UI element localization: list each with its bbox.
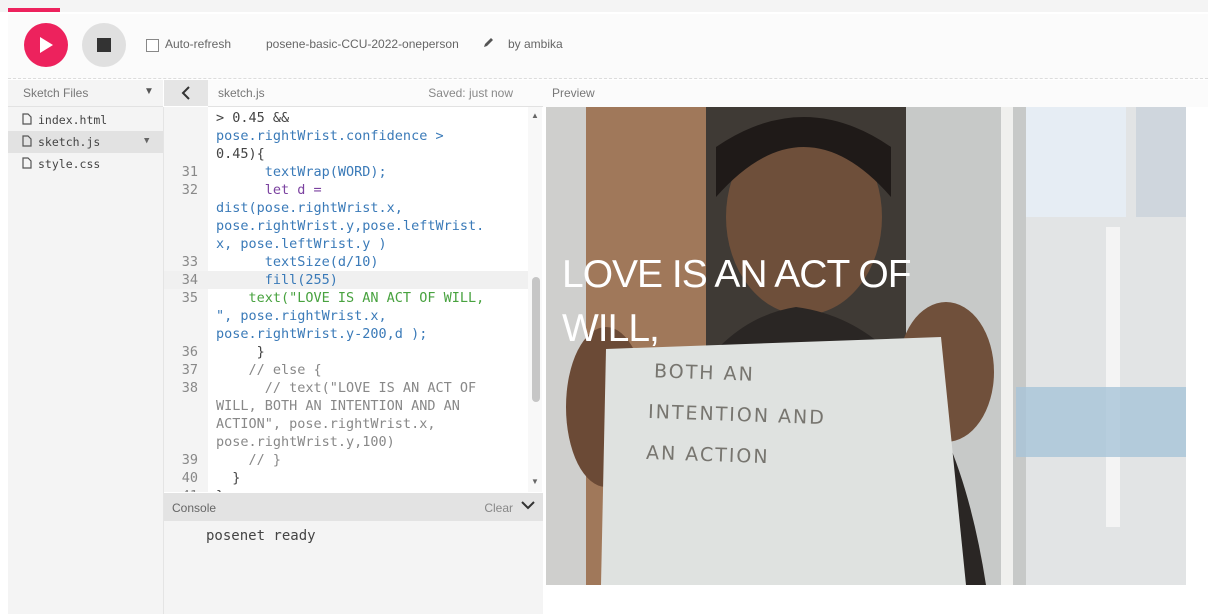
code-line: 39 // } bbox=[181, 452, 282, 468]
editor-scrollbar[interactable]: ▲ ▼ bbox=[528, 107, 542, 492]
file-options-chevron-icon[interactable]: ▼ bbox=[144, 136, 149, 146]
stop-icon bbox=[97, 38, 111, 52]
code-editor[interactable]: > 0.45 && pose.rightWrist.confidence > 0… bbox=[164, 107, 543, 492]
code-line: WILL, BOTH AN INTENTION AND AN bbox=[216, 398, 460, 414]
preview-label: Preview bbox=[552, 86, 595, 100]
code-line: x, pose.leftWrist.y ) bbox=[216, 236, 387, 252]
file-name: style.css bbox=[38, 157, 101, 171]
stop-button[interactable] bbox=[82, 23, 126, 67]
file-item-style-css[interactable]: style.css bbox=[8, 153, 163, 175]
file-name: index.html bbox=[38, 113, 108, 127]
code-line: ", pose.rightWrist.x, bbox=[216, 308, 387, 324]
code-line: 31 textWrap(WORD); bbox=[181, 164, 387, 180]
file-item-index-html[interactable]: index.html bbox=[8, 109, 163, 131]
code-line: > 0.45 && bbox=[216, 110, 290, 126]
pencil-icon[interactable] bbox=[483, 37, 494, 51]
console-panel: posenet ready bbox=[164, 521, 543, 614]
chevron-down-icon[interactable]: ▼ bbox=[144, 86, 154, 97]
code-line: pose.rightWrist.y,pose.leftWrist. bbox=[216, 218, 485, 234]
code-line: 37 // else { bbox=[181, 362, 322, 378]
console-label: Console bbox=[172, 501, 217, 515]
code-line: 40 } bbox=[181, 470, 241, 486]
sketch-name: posene-basic-CCU-2022-oneperson bbox=[266, 37, 459, 51]
code-line: pose.rightWrist.y-200,d ); bbox=[216, 326, 428, 342]
file-sidebar: index.html sketch.js ▼ style.css bbox=[8, 107, 164, 614]
code-line: 33 textSize(d/10) bbox=[181, 254, 379, 270]
top-strip bbox=[0, 0, 1208, 12]
console-output: posenet ready bbox=[206, 528, 316, 544]
code-line: pose.rightWrist.y,100) bbox=[216, 434, 395, 450]
preview-header: Preview bbox=[543, 80, 1208, 107]
play-button[interactable] bbox=[24, 23, 68, 67]
overlay-text-line-2: WILL, bbox=[562, 307, 660, 350]
code-line: pose.rightWrist.confidence > bbox=[216, 128, 444, 144]
code-line: 38 // text("LOVE IS AN ACT OF bbox=[181, 380, 477, 396]
toolbar: Auto-refresh posene-basic-CCU-2022-onepe… bbox=[8, 14, 1208, 79]
file-item-sketch-js[interactable]: sketch.js ▼ bbox=[8, 131, 163, 153]
auto-refresh-label: Auto-refresh bbox=[165, 37, 232, 51]
code-line: 32 let d = bbox=[181, 182, 322, 198]
overlay-text-line-1: LOVE IS AN ACT OF bbox=[562, 253, 912, 296]
code-line: 35 text("LOVE IS AN ACT OF WILL, bbox=[181, 290, 485, 306]
preview-canvas[interactable]: LOVE IS AN ACT OF WILL, BOTH AN INTENTIO… bbox=[546, 107, 1186, 585]
code-line-active: 34 fill(255) bbox=[164, 271, 534, 289]
file-name: sketch.js bbox=[38, 135, 101, 149]
collapse-sidebar-button[interactable] bbox=[164, 80, 208, 106]
paper-text-line: BOTH AN bbox=[653, 360, 756, 386]
editor-header: sketch.js Saved: just now bbox=[208, 80, 543, 107]
paper-text-line: AN ACTION bbox=[645, 441, 770, 469]
auto-refresh-checkbox[interactable] bbox=[146, 39, 159, 52]
accent-bar bbox=[8, 8, 60, 12]
file-icon bbox=[22, 135, 32, 150]
save-status: Saved: just now bbox=[428, 86, 513, 100]
file-icon bbox=[22, 157, 32, 172]
play-icon bbox=[40, 37, 53, 53]
editor-tab-name: sketch.js bbox=[218, 86, 265, 100]
code-line: 0.45){ bbox=[216, 146, 265, 162]
sketch-files-header[interactable]: Sketch Files ▼ bbox=[8, 80, 163, 107]
console-clear-button[interactable]: Clear bbox=[484, 501, 513, 515]
code-line: dist(pose.rightWrist.x, bbox=[216, 200, 403, 216]
chevron-left-icon bbox=[181, 86, 190, 100]
sketch-author: by ambika bbox=[508, 37, 563, 51]
code-line: 36 } bbox=[181, 344, 265, 360]
sketch-files-label: Sketch Files bbox=[23, 86, 89, 100]
code-line: ACTION", pose.rightWrist.x, bbox=[216, 416, 436, 432]
scroll-thumb[interactable] bbox=[532, 277, 540, 402]
code-line: 41} bbox=[164, 487, 534, 492]
scroll-down-arrow-icon[interactable]: ▼ bbox=[531, 477, 539, 486]
scroll-up-arrow-icon[interactable]: ▲ bbox=[531, 111, 539, 120]
file-icon bbox=[22, 113, 32, 128]
chevron-down-icon[interactable] bbox=[521, 499, 535, 513]
console-header: Console Clear bbox=[164, 493, 543, 521]
